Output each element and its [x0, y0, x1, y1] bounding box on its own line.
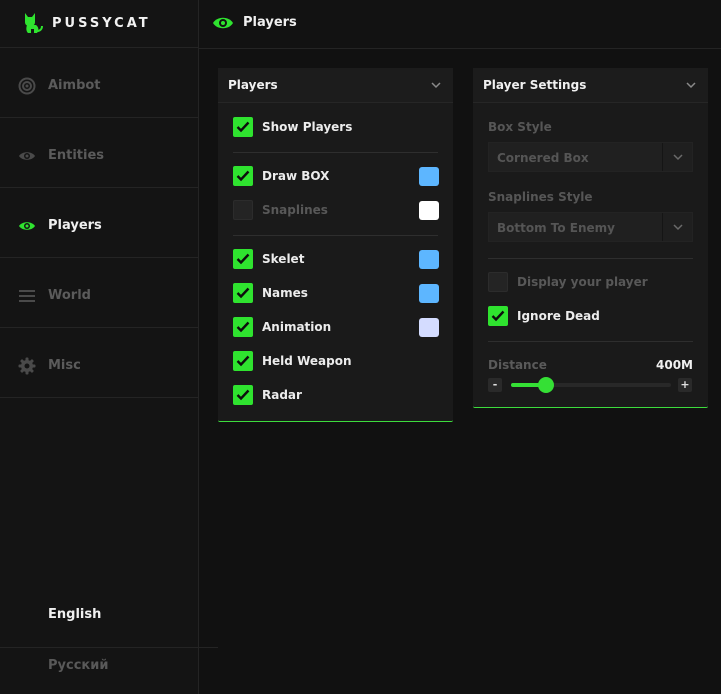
- draw-box-checkbox[interactable]: [233, 166, 253, 186]
- language-label: English: [48, 607, 102, 622]
- check-icon: [236, 355, 250, 367]
- animation-checkbox[interactable]: [233, 317, 253, 337]
- sidebar-item-world[interactable]: World: [0, 258, 198, 328]
- sidebar-item-misc[interactable]: Misc: [0, 328, 198, 398]
- held-weapon-checkbox[interactable]: [233, 351, 253, 371]
- held-weapon-label: Held Weapon: [262, 354, 352, 368]
- radar-label: Radar: [262, 388, 302, 402]
- animation-row: Animation: [218, 315, 453, 339]
- skelet-label: Skelet: [262, 252, 305, 266]
- box-style-label: Box Style: [488, 120, 552, 134]
- skelet-row: Skelet: [218, 247, 453, 271]
- divider: [488, 341, 693, 342]
- draw-box-label: Draw BOX: [262, 169, 330, 183]
- sidebar-item-label: Aimbot: [48, 78, 101, 93]
- names-checkbox[interactable]: [233, 283, 253, 303]
- snaplines-style-dropdown-button[interactable]: [662, 213, 692, 241]
- box-style-dropdown-button[interactable]: [662, 143, 692, 171]
- language-russian[interactable]: Русский: [0, 648, 198, 694]
- distance-increase-button[interactable]: +: [678, 378, 692, 392]
- sidebar-item-players[interactable]: Players: [0, 188, 198, 258]
- show-players-label: Show Players: [262, 120, 353, 134]
- player-settings-panel: Player Settings Box Style Cornered Box S…: [473, 68, 708, 408]
- draw-box-color-swatch[interactable]: [419, 167, 439, 186]
- divider: [488, 258, 693, 259]
- language-english[interactable]: English: [0, 597, 198, 643]
- snaplines-row: Snaplines: [218, 198, 453, 222]
- divider: [233, 235, 438, 236]
- chevron-down-icon[interactable]: [686, 81, 696, 89]
- ignore-dead-label: Ignore Dead: [517, 309, 600, 323]
- eye-icon: [213, 17, 233, 29]
- box-style-select[interactable]: Cornered Box: [488, 142, 693, 172]
- eye-icon: [19, 222, 35, 230]
- sidebar: PUSSYCAT Aimbot Entities Players World M…: [0, 0, 218, 694]
- check-icon: [236, 321, 250, 333]
- check-icon: [236, 389, 250, 401]
- skelet-color-swatch[interactable]: [419, 250, 439, 269]
- sidebar-item-aimbot[interactable]: Aimbot: [0, 48, 198, 118]
- snaplines-label: Snaplines: [262, 203, 328, 217]
- snaplines-style-label: Snaplines Style: [488, 190, 593, 204]
- check-icon: [236, 121, 250, 133]
- animation-color-swatch[interactable]: [419, 318, 439, 337]
- distance-decrease-button[interactable]: -: [488, 378, 502, 392]
- sidebar-item-entities[interactable]: Entities: [0, 118, 198, 188]
- check-icon: [236, 170, 250, 182]
- menu-lines-icon: [19, 290, 35, 302]
- ignore-dead-checkbox[interactable]: [488, 306, 508, 326]
- show-players-checkbox[interactable]: [233, 117, 253, 137]
- snaplines-color-swatch[interactable]: [419, 201, 439, 220]
- ignore-dead-row: Ignore Dead: [473, 304, 708, 328]
- snaplines-checkbox[interactable]: [233, 200, 253, 220]
- animation-label: Animation: [262, 320, 332, 334]
- gear-icon: [18, 357, 36, 375]
- cat-icon: [25, 13, 43, 33]
- display-player-label: Display your player: [517, 275, 648, 289]
- panel-title: Player Settings: [483, 78, 587, 92]
- check-icon: [236, 287, 250, 299]
- chevron-down-icon: [673, 154, 683, 161]
- page-title: Players: [243, 15, 297, 30]
- app-name: PUSSYCAT: [52, 16, 151, 31]
- divider: [233, 152, 438, 153]
- panel-header: Players: [218, 68, 453, 103]
- box-style-value: Cornered Box: [497, 151, 589, 165]
- radar-checkbox[interactable]: [233, 385, 253, 405]
- players-panel: Players Show Players Draw BOX Snaplines …: [218, 68, 453, 422]
- show-players-row: Show Players: [218, 115, 453, 139]
- sidebar-item-label: Players: [48, 218, 102, 233]
- panel-title: Players: [228, 78, 278, 92]
- snaplines-style-select[interactable]: Bottom To Enemy: [488, 212, 693, 242]
- names-color-swatch[interactable]: [419, 284, 439, 303]
- snaplines-style-value: Bottom To Enemy: [497, 221, 616, 235]
- target-icon: [18, 77, 36, 95]
- sidebar-item-label: World: [48, 288, 91, 303]
- display-player-row: Display your player: [473, 270, 708, 294]
- names-row: Names: [218, 281, 453, 305]
- check-icon: [236, 253, 250, 265]
- sidebar-item-label: Misc: [48, 358, 81, 373]
- check-icon: [491, 310, 505, 322]
- language-label: Русский: [48, 658, 109, 673]
- page-header: Players: [199, 0, 721, 49]
- distance-slider[interactable]: [511, 377, 671, 393]
- names-label: Names: [262, 286, 308, 300]
- draw-box-row: Draw BOX: [218, 164, 453, 188]
- eye-icon: [19, 152, 35, 160]
- skelet-checkbox[interactable]: [233, 249, 253, 269]
- sidebar-item-label: Entities: [48, 148, 105, 163]
- chevron-down-icon[interactable]: [431, 81, 441, 89]
- chevron-down-icon: [673, 224, 683, 231]
- radar-row: Radar: [218, 383, 453, 407]
- display-player-checkbox[interactable]: [488, 272, 508, 292]
- distance-value: 400M: [656, 358, 693, 372]
- distance-label: Distance: [488, 358, 547, 372]
- distance-slider-thumb[interactable]: [538, 377, 555, 393]
- panel-header: Player Settings: [473, 68, 708, 103]
- held-weapon-row: Held Weapon: [218, 349, 453, 373]
- logo: PUSSYCAT: [0, 0, 198, 48]
